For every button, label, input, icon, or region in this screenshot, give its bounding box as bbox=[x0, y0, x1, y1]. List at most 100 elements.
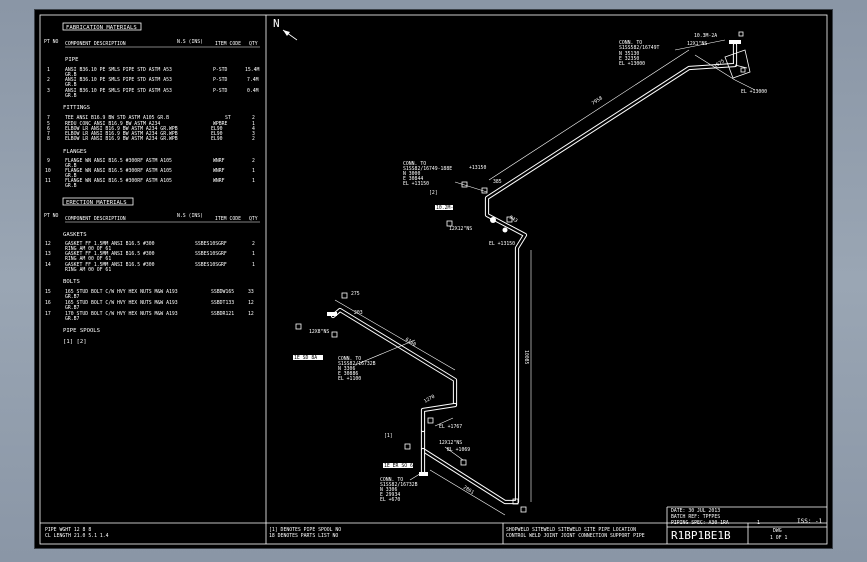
item-code: SSBES10SGRF bbox=[195, 262, 227, 268]
isometric-drawing-canvas: FABRICATION MATERIALS PT NO COMPONENT DE… bbox=[39, 14, 828, 545]
weld-dot-icon bbox=[502, 227, 508, 233]
qty: 2 bbox=[252, 136, 255, 142]
col-component: COMPONENT DESCRIPTION bbox=[65, 216, 126, 222]
dimension-385: 385 bbox=[493, 179, 502, 185]
pt-no: 12 bbox=[45, 241, 51, 247]
dimension-7958: 7958 bbox=[591, 95, 604, 106]
fitting-row: 7 TEE ANSI B16.9 BW STD ASTM A105 GR.B S… bbox=[47, 115, 255, 121]
item-code: SSBES10SGRF bbox=[195, 251, 227, 257]
rev-field: 1 bbox=[757, 520, 760, 526]
elevation-label: EL +1069 bbox=[447, 447, 470, 453]
flange-row: 9 FLANGE WN ANSI B16.5 #300RF ASTM A105 … bbox=[47, 158, 255, 169]
spool-tag-2: [2] bbox=[429, 190, 438, 196]
pt-no: 7 bbox=[47, 115, 50, 121]
pt-no: 8 bbox=[47, 136, 50, 142]
fabrication-materials-table: FABRICATION MATERIALS PT NO COMPONENT DE… bbox=[44, 22, 260, 189]
weld-box-icon bbox=[460, 459, 467, 466]
pt-no: 3 bbox=[47, 88, 50, 94]
qty: 1 bbox=[252, 168, 255, 174]
pt-no: 9 bbox=[47, 158, 50, 164]
pipe-row-1: 1 ANSI B36.10 PE SMLS PIPE STD ASTM A53 … bbox=[47, 67, 260, 78]
pipe-header: PIPE bbox=[65, 57, 79, 63]
component-desc-2: GR.B bbox=[65, 183, 77, 189]
conn-elevation: EL +670 bbox=[380, 497, 400, 503]
component-desc-2: GR.B bbox=[65, 93, 77, 99]
col-qty: QTY bbox=[249, 41, 258, 47]
parts-legend: 18 DENOTES PARTS LIST NO bbox=[269, 533, 338, 539]
item-code: SSBDT133 bbox=[211, 300, 234, 306]
conn-ref: S1SS582/16749T bbox=[619, 45, 660, 51]
leader-line bbox=[454, 181, 488, 193]
bolt-row: 16 165 STUD BOLT C/W HVY HEX NUTS M&W A1… bbox=[45, 300, 254, 311]
component-desc-2: GR.B7 bbox=[65, 294, 80, 300]
tag-box-label: 10.2M-3 bbox=[436, 205, 456, 211]
tag-box-label: 1E SD 8A bbox=[294, 355, 317, 361]
qty: 2 bbox=[252, 115, 255, 121]
gaskets-header: GASKETS bbox=[63, 232, 87, 238]
item-code: P-STD bbox=[213, 88, 228, 94]
weld-box-icon bbox=[427, 417, 434, 424]
annotations: EL +1767 EL +1069 7958 10085 6160 2861 1… bbox=[293, 39, 756, 516]
pt-no: 13 bbox=[45, 251, 51, 257]
footer: PIPE WGHT 12 8 8 CL LENGTH 21.0 5.1 1.4 … bbox=[45, 508, 787, 542]
component-desc: FLANGE WN ANSI B16.5 #300RF ASTM A105 bbox=[65, 158, 172, 164]
qty: 2 bbox=[252, 158, 255, 164]
col-item-code: ITEM CODE bbox=[215, 41, 241, 47]
item-code: P-STD bbox=[213, 67, 228, 73]
component-desc: FLANGE WN ANSI B16.5 #300RF ASTM A105 bbox=[65, 178, 172, 184]
component-desc: FLANGE WN ANSI B16.5 #300RF ASTM A105 bbox=[65, 168, 172, 174]
component-desc: 170 STUD BOLT C/W HVY HEX NUTS M&W A193 bbox=[65, 311, 178, 317]
col-pt-no: PT NO bbox=[44, 39, 59, 45]
flange-icon bbox=[729, 40, 741, 44]
pipe-route bbox=[330, 42, 751, 505]
conn-elevation: EL +1100 bbox=[338, 376, 361, 382]
qty: 7.4M bbox=[247, 77, 259, 83]
elevation-label: EL +13150 bbox=[489, 241, 515, 247]
dimension-943: 943 bbox=[508, 215, 519, 225]
dimension-10085: 10085 bbox=[523, 350, 529, 365]
weld-box-icon bbox=[446, 220, 453, 227]
qty: 12 bbox=[248, 300, 254, 306]
north-label: N bbox=[273, 17, 280, 30]
item-code: WNRF bbox=[213, 178, 225, 184]
component-desc: ELBOW LR ANSI B16.9 BW ASTM A234 GR.WPB bbox=[65, 136, 178, 142]
col-ns: N.S (INS) bbox=[177, 213, 203, 219]
erection-title: ERECTION MATERIALS bbox=[66, 200, 127, 206]
component-desc-2: GR.B7 bbox=[65, 305, 80, 311]
pipe-spools-header: PIPE SPOOLS bbox=[63, 328, 100, 334]
spool-tag: 10.3M-2A bbox=[694, 33, 717, 39]
pt-no: 11 bbox=[45, 178, 51, 184]
pt-no: 14 bbox=[45, 262, 51, 268]
conn-label-lower-left: CONN. TO S1SS82/16732B N 3306 E 30886 EL… bbox=[338, 356, 376, 382]
batch-field: BATCH REF: TPFPES bbox=[671, 514, 720, 520]
component-desc-2: GR.B7 bbox=[65, 316, 80, 322]
gasket-row: 12 GASKET FF 1.5MM ANSI B16.5 #300 RING … bbox=[45, 241, 255, 252]
component-desc-2: RING AM 00 OF 61 bbox=[65, 267, 111, 273]
qty: 1 bbox=[252, 178, 255, 184]
col-component: COMPONENT DESCRIPTION bbox=[65, 41, 126, 47]
size-label: 12X8"NS bbox=[309, 329, 329, 335]
item-code: SSBES10SGRF bbox=[195, 241, 227, 247]
pt-no: 16 bbox=[45, 300, 51, 306]
spool-legend: [1] DENOTES PIPE SPOOL NO bbox=[269, 527, 341, 533]
item-code: WNRF bbox=[213, 158, 225, 164]
dimension-275: 275 bbox=[351, 291, 360, 297]
flange-icon bbox=[419, 472, 428, 476]
north-arrow-head-icon bbox=[283, 30, 290, 36]
fabrication-title: FABRICATION MATERIALS bbox=[66, 25, 137, 31]
flange-row: 10 FLANGE WN ANSI B16.5 #300RF ASTM A105… bbox=[45, 168, 255, 179]
fitting-row: 8 ELBOW LR ANSI B16.9 BW ASTM A234 GR.WP… bbox=[47, 136, 255, 142]
bolts-header: BOLTS bbox=[63, 279, 80, 285]
qty: 0.4M bbox=[247, 88, 259, 94]
pipe-row-3: 3 ANSI B36.10 PE SMLS PIPE STD ASTM A53 … bbox=[47, 88, 259, 99]
elevation-label: EL +13000 bbox=[741, 89, 767, 95]
item-code: EL90 bbox=[211, 136, 223, 142]
weld-box-icon bbox=[404, 443, 411, 450]
weld-box-icon bbox=[740, 67, 746, 73]
pipe-weight: PIPE WGHT 12 8 8 bbox=[45, 527, 91, 533]
size-label: 12X12"NS bbox=[439, 440, 462, 446]
weld-box-icon bbox=[738, 31, 744, 37]
date-field: DATE: 30 JUL 2013 bbox=[671, 508, 720, 514]
fittings-header: FITTINGS bbox=[63, 105, 90, 111]
north-arrow: N bbox=[273, 17, 298, 41]
